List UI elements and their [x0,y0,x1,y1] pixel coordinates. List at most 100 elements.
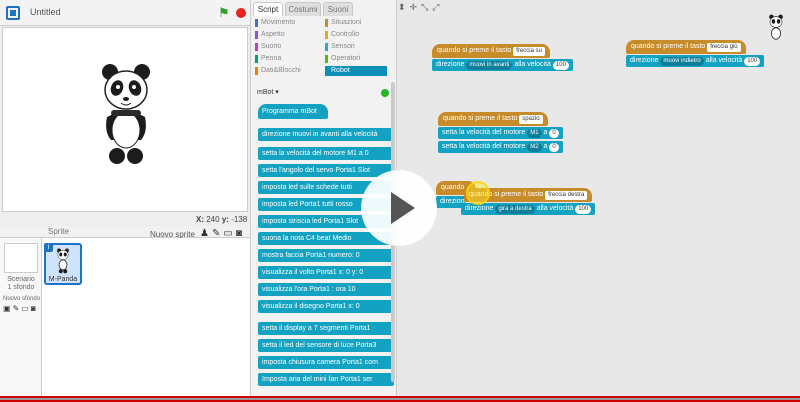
x-label: X: [196,215,204,224]
motor-speed-input[interactable]: 0 [549,143,559,152]
scene-name: Scenario [7,276,35,283]
green-flag-icon[interactable]: ⚑ [218,6,232,20]
direction-dropdown[interactable]: muovi indietro [660,57,704,66]
key-dropdown[interactable]: freccia destra [545,191,588,200]
key-dropdown[interactable]: freccia giù [707,43,741,52]
script1-direction-block[interactable]: direzione muovi in avanti alla velocità … [432,59,573,71]
hat-label: quando si preme il tasto [631,43,706,50]
panda-sprite[interactable] [101,62,151,167]
category-suono[interactable]: Suono [255,42,317,52]
project-title[interactable]: Untitled [30,7,180,21]
category-dati-blocchi[interactable]: Dati&Blocchi [255,66,317,76]
motor-dropdown[interactable]: M2 [527,143,542,152]
fullscreen-icon[interactable] [6,6,20,20]
scene-column: Scenario 1 sfondo Nuovo sfondo ▣✎▭◙ [0,238,42,402]
category-penna[interactable]: Penna [255,54,317,64]
category-movimento[interactable]: Movimento [255,18,317,28]
script-toolbar: ⬍✛⤡⤢ [398,2,443,13]
video-play-icon[interactable] [361,170,437,246]
category-operatori[interactable]: Operatori [325,54,387,64]
palette-block[interactable]: imposta chiusura camera Porta1 com [258,356,394,369]
category-color-icon [255,31,258,39]
speed-input[interactable]: 100 [575,205,592,214]
category-sensori[interactable]: Sensori [325,42,387,52]
motor-dropdown[interactable]: M1 [527,129,542,138]
stamp-icon[interactable]: ⬍ [398,2,410,12]
category-controllo[interactable]: Controllo [325,30,387,40]
category-label: Dati&Blocchi [261,67,301,74]
speed-input[interactable]: 100 [552,61,569,70]
category-robot[interactable]: Robot [325,66,387,76]
sprite-list: i M-Panda [42,238,250,402]
y-value: -138 [231,215,248,224]
delete-icon[interactable]: ✛ [410,2,422,12]
palette-block[interactable]: Imposta aria del mini fan Porta1 ser [258,373,394,386]
palette-block[interactable]: visualizza l'ora Porta1 : ora 10 [258,283,394,296]
speed-input[interactable]: 100 [744,57,761,66]
grow-icon[interactable]: ⤡ [421,2,432,12]
script4-direction-block[interactable]: direzione gira a destra alla velocità 10… [461,203,596,215]
palette-block[interactable]: direzione muovi in avanti alla velocità [258,128,394,141]
category-situazioni[interactable]: Situazioni [325,18,387,28]
paint-background-icon[interactable]: ✎ [13,304,22,313]
script3-key-hat[interactable]: quando si preme il tasto spazio [438,112,548,126]
camera-background-icon[interactable]: ◙ [31,304,38,313]
mouse-coordinates: X: 240 y: -138 [196,215,247,224]
cmd-label: direzione [630,57,659,64]
cmd-label: setta la velocità del motore [442,129,526,136]
category-color-icon [255,43,258,51]
scene-thumbnail[interactable] [4,243,38,273]
extension-name[interactable]: mBot [257,89,273,96]
tab-suoni[interactable]: Suoni [323,2,353,16]
category-aspetto[interactable]: Aspetto [255,30,317,40]
category-color-icon [255,67,258,75]
palette-block[interactable]: mostra faccia Porta1 numero: 0 [258,249,394,262]
speed-label: alla velocità [514,61,551,68]
sprite-name: M-Panda [48,276,78,283]
upload-background-icon[interactable]: ▭ [21,304,31,313]
stage-panel: Untitled ⚑ X: 240 y: -138 Sprite Nuovo s… [0,0,250,402]
direction-dropdown[interactable]: muovi in avanti [466,61,513,70]
palette-block[interactable]: setta la velocità del motore M1 a 0 [258,147,394,160]
new-background-tools: ▣✎▭◙ [3,304,38,313]
palette-block[interactable]: Programma mBot [258,104,328,119]
script3-motor-block-2[interactable]: setta la velocità del motore M2 a 0 [438,141,563,153]
category-color-icon [325,43,328,51]
category-color-icon [325,31,328,39]
category-list: Movimento Situazioni Aspetto Controllo Suono… [255,18,393,80]
palette-block[interactable]: setta il led del sensore di luce Porta3 [258,339,394,352]
category-color-icon [255,55,258,63]
stop-icon[interactable] [236,8,246,18]
x-value: 240 [206,215,220,224]
sprite-tile-mpanda[interactable]: i M-Panda [44,243,82,285]
palette-block[interactable]: setta il display a 7 segmenti Porta1 [258,322,394,335]
tab-script[interactable]: Script [253,2,283,16]
stage-canvas[interactable] [2,27,248,212]
palette-block[interactable]: setta l'angolo del servo Porta1 Slot [258,164,394,177]
category-color-icon [325,19,328,27]
extension-dropdown-icon[interactable]: ▾ [273,89,279,96]
motor-speed-input[interactable]: 0 [549,129,559,138]
script2-key-hat[interactable]: quando si preme il tasto freccia giù [626,40,746,54]
category-color-icon [325,67,328,75]
script3-motor-block-1[interactable]: setta la velocità del motore M1 a 0 [438,127,563,139]
scripts-area[interactable]: ⬍✛⤡⤢ quando si preme il tasto freccia su… [398,0,800,402]
palette-block[interactable]: visualizza il volto Porta1 x: 0 y: 0 [258,266,394,279]
key-dropdown[interactable]: freccia su [513,47,545,56]
connection-status-icon [381,89,389,97]
palette-block[interactable]: visualizza il disegno Porta1 x: 0 [258,300,394,313]
new-background-label: Nuovo sfondo [3,296,41,302]
direction-dropdown[interactable]: gira a destra [495,205,535,214]
script1-key-hat[interactable]: quando si preme il tasto freccia su [432,44,550,58]
hat-label: quando si preme il tasto [437,47,512,54]
shrink-icon[interactable]: ⤢ [432,2,443,12]
video-progress-bar[interactable] [0,396,800,402]
sprite-info-icon[interactable]: i [44,243,53,252]
category-label: Operatori [331,55,361,62]
choose-background-icon[interactable]: ▣ [3,304,13,313]
hat-label: quando [441,184,465,191]
tab-costumi[interactable]: Costumi [285,2,321,16]
key-dropdown[interactable]: spazio [519,115,543,124]
script2-direction-block[interactable]: direzione muovi indietro alla velocità 1… [626,55,765,67]
category-label: Aspetto [261,31,285,38]
